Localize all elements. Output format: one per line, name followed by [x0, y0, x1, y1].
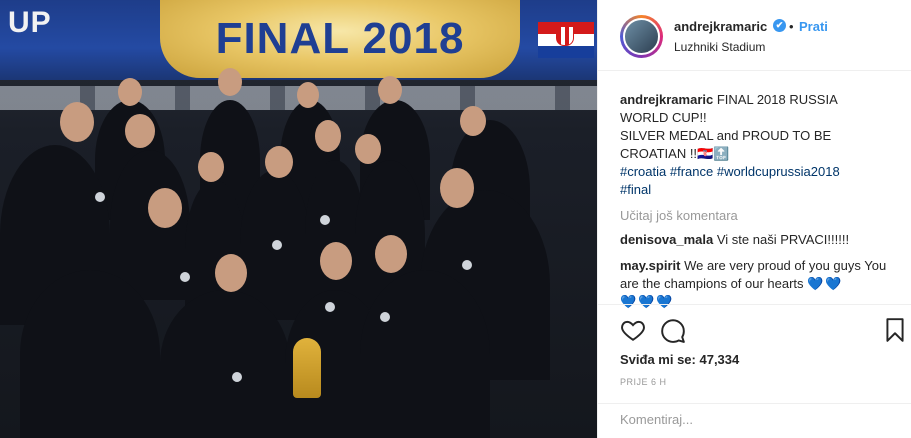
caption-line: WORLD CUP!!	[620, 110, 707, 125]
player-head	[355, 134, 381, 164]
player-head	[218, 68, 242, 96]
caption-line: SILVER MEDAL and PROUD TO BE	[620, 128, 832, 143]
post-photo[interactable]: UP FINAL 2018	[0, 0, 597, 438]
caption-line: FINAL 2018 RUSSIA	[716, 92, 838, 107]
player-head	[265, 146, 293, 178]
silver-medal	[380, 312, 390, 322]
instagram-post: UP FINAL 2018 andrejkramaric ✔ • Prati L…	[0, 0, 911, 438]
silver-medal	[232, 372, 242, 382]
comment-icon[interactable]	[660, 317, 686, 343]
post-timestamp: PRIJE 6 H	[620, 377, 667, 387]
post-caption: andrejkramaric FINAL 2018 RUSSIA WORLD C…	[620, 91, 890, 163]
player-head	[460, 106, 486, 136]
hashtags-line[interactable]: #final	[620, 181, 890, 199]
player	[160, 290, 290, 438]
player-head	[440, 168, 474, 208]
player-head	[378, 76, 402, 104]
username-link[interactable]: andrejkramaric	[674, 19, 767, 34]
croatia-crest	[556, 26, 574, 46]
comment-item: may.spirit We are very proud of you guys…	[620, 257, 890, 311]
post-sidebar: andrejkramaric ✔ • Prati Luzhniki Stadiu…	[597, 0, 911, 438]
player-head	[315, 120, 341, 152]
avatar[interactable]	[620, 15, 663, 58]
player-head	[375, 235, 407, 273]
silver-medal	[272, 240, 282, 250]
avatar-image	[623, 18, 660, 55]
verified-badge-icon: ✔	[773, 19, 786, 32]
player-head	[125, 114, 155, 148]
silver-medal	[325, 302, 335, 312]
comment-item: denisova_mala Vi ste naši PRVACI!!!!!!	[620, 231, 890, 249]
player-head	[148, 188, 182, 228]
photo-banner: UP FINAL 2018	[0, 0, 597, 80]
bookmark-icon[interactable]	[882, 317, 908, 343]
silver-medal	[180, 272, 190, 282]
banner-main-text: FINAL 2018	[215, 14, 465, 63]
player-head	[297, 82, 319, 108]
banner-main: FINAL 2018	[160, 0, 520, 78]
golden-ball-trophy	[293, 338, 321, 398]
silver-medal	[320, 215, 330, 225]
comment-text: Vi ste naši PRVACI!!!!!!	[716, 232, 850, 247]
heart-icon[interactable]	[620, 317, 646, 343]
player-head	[198, 152, 224, 182]
player	[20, 270, 160, 438]
comments-section: andrejkramaric FINAL 2018 RUSSIA WORLD C…	[620, 91, 890, 311]
location-link[interactable]: Luzhniki Stadium	[674, 40, 765, 54]
caption-author-link[interactable]: andrejkramaric	[620, 92, 713, 107]
hashtags-line[interactable]: #croatia #france #worldcuprussia2018	[620, 163, 890, 181]
player-head	[60, 102, 94, 142]
banner-left-text: UP	[8, 6, 52, 39]
add-comment-bar	[598, 403, 911, 438]
comment-author-link[interactable]: may.spirit	[620, 258, 680, 273]
player-head	[215, 254, 247, 292]
heart-emoji: 💙💙	[807, 276, 844, 291]
comment-input[interactable]	[620, 412, 880, 427]
comment-author-link[interactable]: denisova_mala	[620, 232, 713, 247]
player	[360, 270, 490, 438]
player	[110, 150, 190, 300]
likes-count[interactable]: Sviđa mi se: 47,334	[620, 352, 739, 367]
silver-medal	[95, 192, 105, 202]
follow-button[interactable]: Prati	[799, 19, 828, 34]
post-actions: Sviđa mi se: 47,334 PRIJE 6 H	[598, 304, 911, 438]
player-head	[320, 242, 352, 280]
load-more-comments-button[interactable]: Učitaj još komentara	[620, 208, 890, 223]
player-head	[118, 78, 142, 106]
post-header: andrejkramaric ✔ • Prati Luzhniki Stadiu…	[598, 0, 911, 71]
silver-medal	[462, 260, 472, 270]
separator-dot: •	[789, 19, 794, 34]
caption-line: CROATIAN !!🇭🇷🔝	[620, 146, 730, 161]
team-players-group	[0, 68, 597, 438]
